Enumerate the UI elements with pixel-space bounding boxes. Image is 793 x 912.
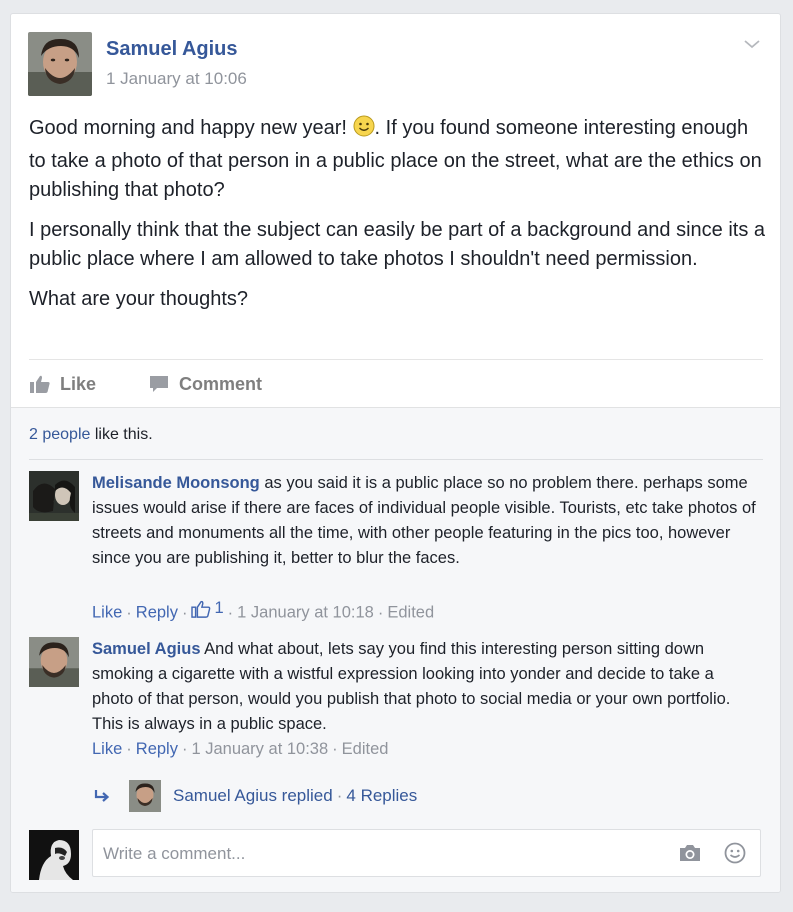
like-button[interactable]: Like [29,374,96,395]
comment-input-box[interactable] [92,829,761,877]
like-label: Like [60,373,97,394]
replies-count-link[interactable]: 4 Replies [346,786,417,806]
comment-meta: Like · Reply · 1 · 1 January at 10:18 · Edited [92,599,435,622]
post-body: Good morning and happy new year! . If yo… [29,114,767,324]
thumbs-up-icon [30,375,50,393]
comment-like-link[interactable]: Like [92,604,122,622]
current-user-avatar [29,830,79,880]
chevron-down-icon[interactable] [742,34,762,54]
post-paragraph-3: What are your thoughts? [29,287,249,310]
comment-time[interactable]: 1 January at 10:38 [191,740,328,758]
comment-time[interactable]: 1 January at 10:18 [237,604,374,622]
comment-input[interactable] [101,840,665,868]
replier-avatar [129,780,161,812]
likes-people-link[interactable]: 2 people [29,426,90,443]
thumbs-up-icon [191,600,211,618]
comment-edited[interactable]: Edited [342,740,389,758]
post-timestamp[interactable]: 1 January at 10:06 [106,69,247,89]
divider [29,359,763,360]
camera-icon[interactable] [678,842,702,864]
comment-text: Samuel Agius And what about, lets say yo… [92,637,757,737]
comment-item: Samuel Agius And what about, lets say yo… [29,637,769,777]
comment-like-count[interactable]: 1 [191,599,224,618]
comment-meta: Like · Reply · 1 January at 10:38 · Edited [92,740,389,758]
smiley-icon [353,115,375,147]
commenter-avatar[interactable] [29,471,79,521]
post-paragraph-1: Good morning and happy new year! . If yo… [29,114,767,206]
emoji-icon[interactable] [724,842,746,864]
comment-reply-link[interactable]: Reply [136,740,178,758]
post-paragraph-1-start: Good morning and happy new year! [29,117,353,139]
comment-button[interactable]: Comment [148,374,262,395]
author-avatar[interactable] [28,32,92,96]
comment-bubble-icon [150,376,169,392]
likes-summary: 2 people like this. [29,426,153,444]
comment-author[interactable]: Melisande Moonsong [92,474,260,492]
comment-label: Comment [179,373,263,394]
comment-composer [29,828,763,880]
replied-text[interactable]: Samuel Agius replied [173,786,333,806]
likes-suffix: like this. [90,426,153,443]
divider [29,459,763,460]
comment-author[interactable]: Samuel Agius [92,640,201,658]
comment-edited[interactable]: Edited [387,604,434,622]
post-author-name[interactable]: Samuel Agius [106,38,238,61]
view-replies-row[interactable]: Samuel Agius replied · 4 Replies [93,780,417,812]
post-actions: Like Comment [29,369,262,399]
commenter-avatar[interactable] [29,637,79,687]
post-paragraph-2: I personally think that the subject can … [29,218,765,271]
post-card: Samuel Agius 1 January at 10:06 Good mor… [10,13,781,893]
comment-text: Melisande Moonsong as you said it is a p… [92,471,757,571]
like-count-value: 1 [214,599,224,617]
comment-item: Melisande Moonsong as you said it is a p… [29,471,769,631]
comments-section: 2 people like this. Melisande Moonsong a… [11,407,780,892]
comment-like-link[interactable]: Like [92,740,122,758]
comment-reply-link[interactable]: Reply [136,604,178,622]
reply-arrow-icon [94,790,110,802]
